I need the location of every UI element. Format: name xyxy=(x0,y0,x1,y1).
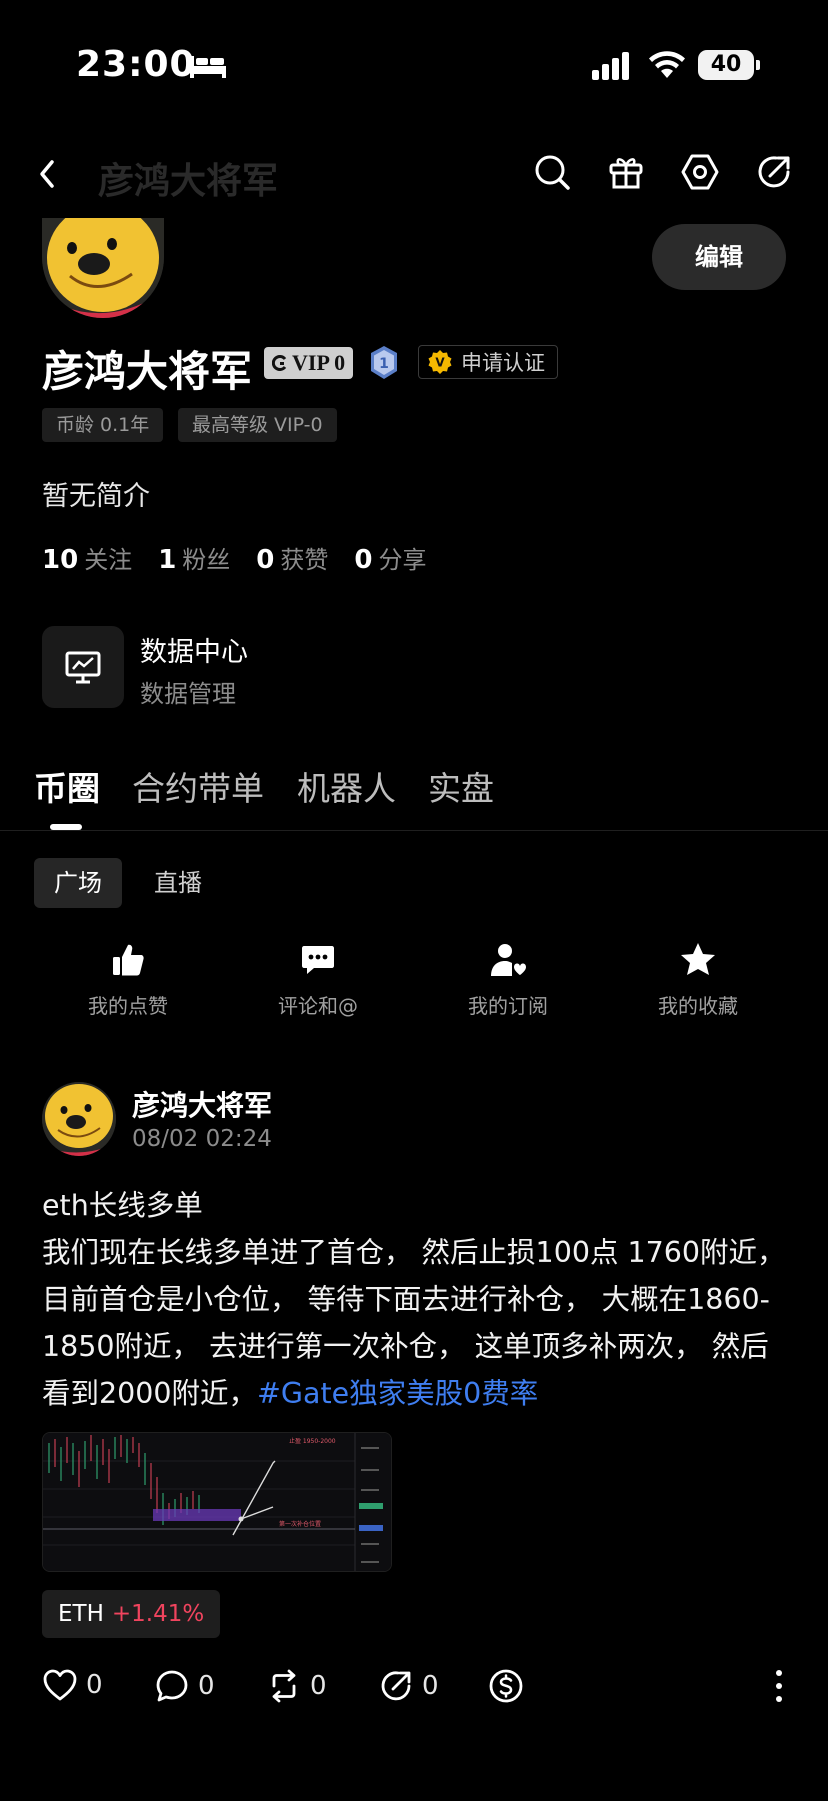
apply-verification-button[interactable]: V 申请认证 xyxy=(418,345,558,379)
comments-mentions-button[interactable]: 评论和@ xyxy=(228,940,408,1019)
avatar[interactable] xyxy=(42,218,164,318)
post-text: 我们现在长线多单进了首仓， 然后止损100点 1760附近， 目前首仓是小仓位，… xyxy=(42,1229,792,1417)
repost-count: 0 xyxy=(310,1671,327,1701)
coin-price-chip[interactable]: ETH +1.41% xyxy=(42,1590,221,1638)
svg-text:V: V xyxy=(435,356,445,370)
my-likes-button[interactable]: 我的点赞 xyxy=(38,940,218,1019)
tab-divider xyxy=(0,830,828,831)
tag-highest-vip: 最高等级 VIP-0 xyxy=(178,408,337,442)
cellular-signal-icon xyxy=(592,52,632,80)
vip-badge: VIP 0 xyxy=(264,347,354,379)
data-center-subtitle: 数据管理 xyxy=(140,680,236,708)
vip-label: VIP 0 xyxy=(292,350,346,375)
tip-button[interactable] xyxy=(488,1668,524,1704)
subtab-square[interactable]: 广场 xyxy=(34,858,122,908)
star-icon xyxy=(678,940,718,980)
vip-logo-icon xyxy=(272,355,287,371)
post-timestamp: 08/02 02:24 xyxy=(132,1126,272,1152)
repost-button[interactable]: 0 xyxy=(266,1668,327,1704)
dollar-coin-icon xyxy=(489,1669,523,1703)
stat-likes[interactable]: 0 获赞 xyxy=(256,540,328,575)
comment-button[interactable]: 0 xyxy=(154,1668,215,1704)
level-badge-icon: 1 xyxy=(368,344,400,382)
post-author-name[interactable]: 彦鸿大将军 xyxy=(132,1084,272,1124)
post-chart-image[interactable]: 止盈 1950-2000 第一次补仓位置 xyxy=(42,1432,392,1572)
edit-profile-button[interactable]: 编辑 xyxy=(652,224,786,290)
settings-icon[interactable] xyxy=(680,152,720,192)
like-count: 0 xyxy=(86,1670,103,1700)
share-arrow-icon xyxy=(381,1671,411,1701)
stat-shares[interactable]: 0 分享 xyxy=(354,540,426,575)
nav-title: 彦鸿大将军 xyxy=(98,161,279,202)
subscribe-icon xyxy=(488,940,528,980)
tab-copy-trading[interactable]: 合约带单 xyxy=(132,762,264,810)
data-center-title[interactable]: 数据中心 xyxy=(140,630,248,669)
tag-coin-age: 币龄 0.1年 xyxy=(42,408,164,442)
profile-stats: 10 关注 1 粉丝 0 获赞 0 分享 xyxy=(42,540,426,575)
comment-icon xyxy=(298,940,338,980)
status-time: 23:00 xyxy=(76,44,196,85)
level-number: 1 xyxy=(379,356,389,372)
stat-following[interactable]: 10 关注 xyxy=(42,540,132,575)
share-count: 0 xyxy=(422,1671,439,1701)
thumbs-up-icon xyxy=(108,940,148,980)
like-button[interactable]: 0 xyxy=(42,1668,103,1702)
data-center-button[interactable] xyxy=(42,626,124,708)
share-post-button[interactable]: 0 xyxy=(378,1668,439,1704)
subtab-live[interactable]: 直播 xyxy=(134,858,222,908)
post-content[interactable]: eth长线多单 我们现在长线多单进了首仓， 然后止损100点 1760附近， 目… xyxy=(42,1182,792,1417)
post-title-line: eth长线多单 xyxy=(42,1189,203,1222)
wifi-icon xyxy=(648,48,686,80)
more-options-icon[interactable] xyxy=(772,1668,786,1704)
bed-icon xyxy=(188,52,228,80)
my-subscriptions-button[interactable]: 我的订阅 xyxy=(418,940,598,1019)
comment-bubble-icon xyxy=(156,1670,188,1702)
monitor-chart-icon xyxy=(65,651,101,684)
search-icon[interactable] xyxy=(532,152,572,192)
post-author-avatar[interactable] xyxy=(42,1082,116,1156)
share-icon[interactable] xyxy=(754,152,794,192)
verified-shield-icon: V xyxy=(428,350,452,374)
chart-annotation-target: 止盈 1950-2000 xyxy=(289,1437,336,1445)
tab-bots[interactable]: 机器人 xyxy=(297,762,396,810)
back-arrow-icon[interactable] xyxy=(34,154,62,194)
gift-icon[interactable] xyxy=(606,152,646,192)
comment-count: 0 xyxy=(198,1671,215,1701)
coin-change: +1.41% xyxy=(111,1601,205,1627)
tab-live-trading[interactable]: 实盘 xyxy=(428,762,494,810)
verify-label: 申请认证 xyxy=(461,351,545,375)
my-favorites-button[interactable]: 我的收藏 xyxy=(608,940,788,1019)
post-hashtag[interactable]: #Gate独家美股0费率 xyxy=(257,1377,538,1410)
chart-annotation-add: 第一次补仓位置 xyxy=(279,1520,321,1528)
bio: 暂无简介 xyxy=(42,481,150,512)
tab-coin-circle[interactable]: 币圈 xyxy=(34,762,100,810)
profile-name: 彦鸿大将军 xyxy=(42,347,253,396)
stat-followers[interactable]: 1 粉丝 xyxy=(158,540,230,575)
heart-icon xyxy=(43,1669,77,1701)
coin-symbol: ETH xyxy=(58,1601,104,1627)
battery-indicator: 40 xyxy=(698,50,760,80)
repost-icon xyxy=(272,1669,296,1703)
